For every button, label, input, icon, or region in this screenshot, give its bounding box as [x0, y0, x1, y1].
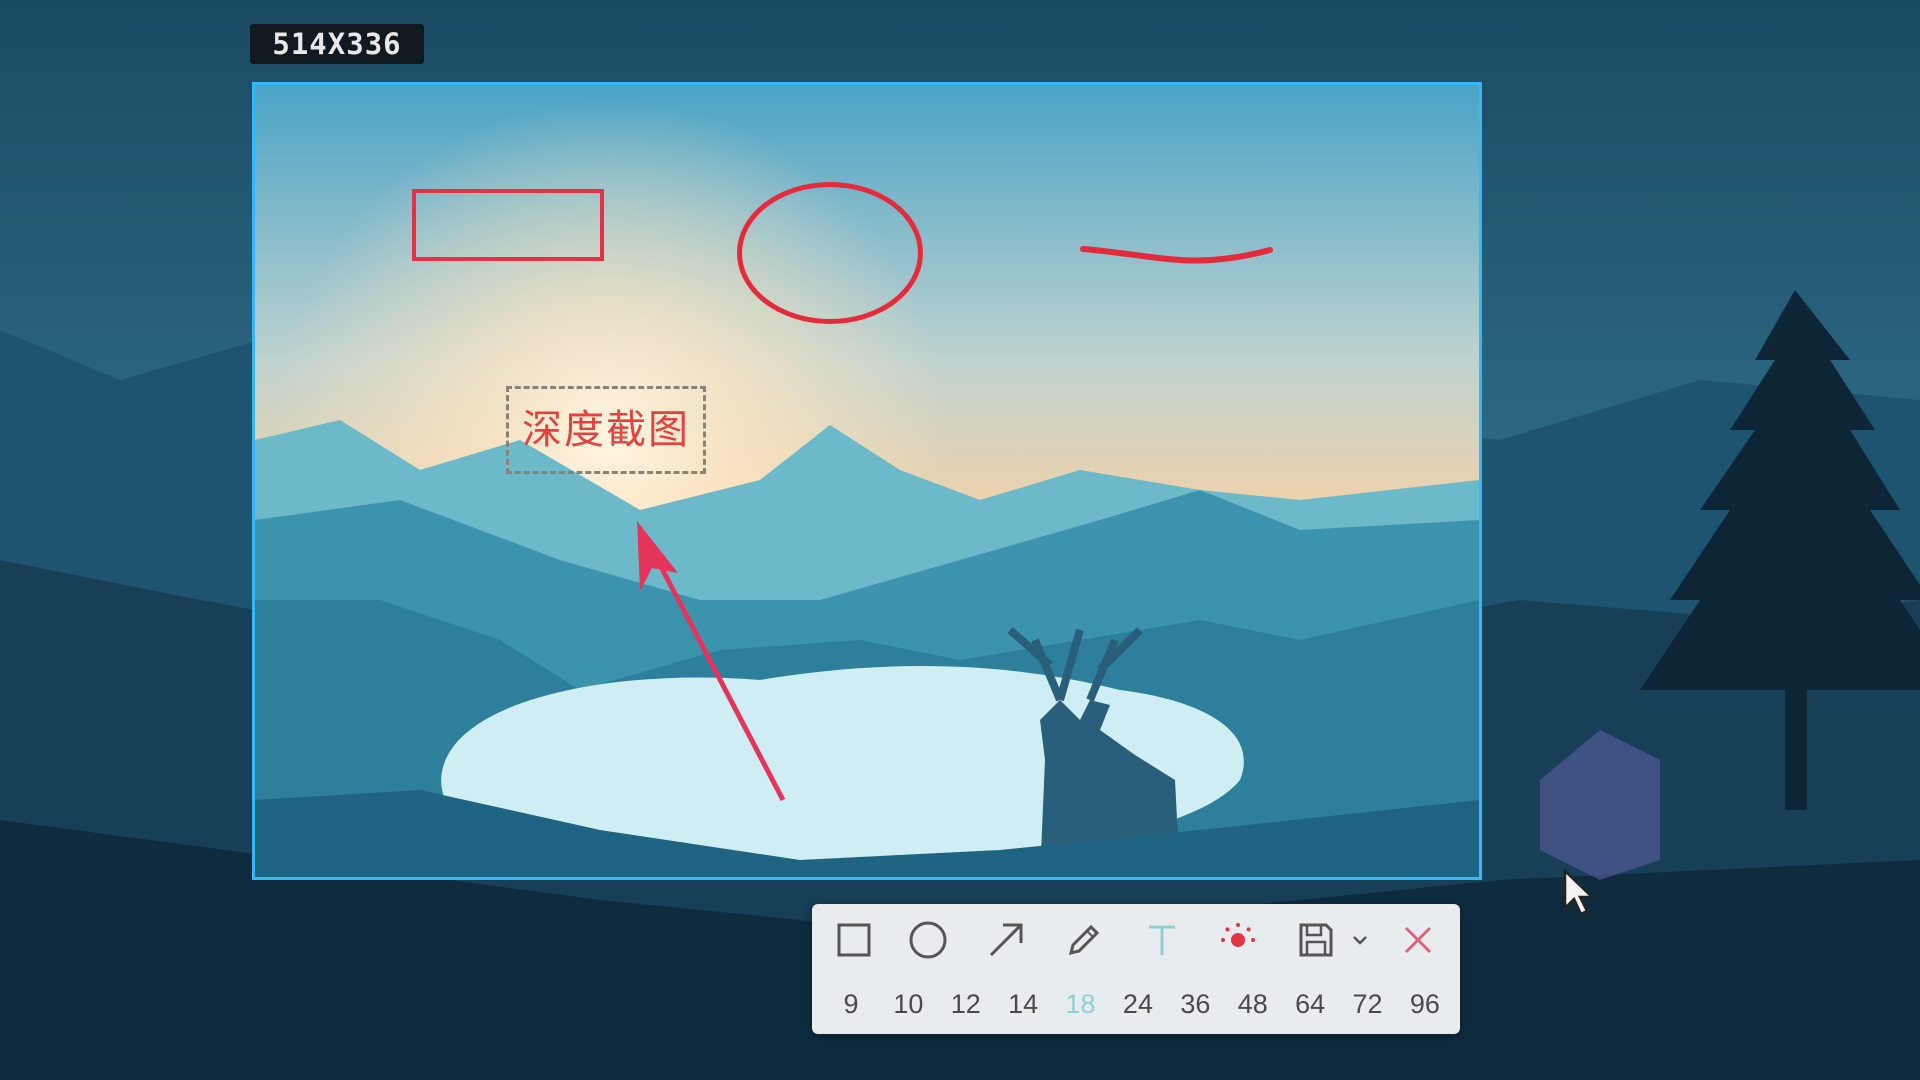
close-button[interactable]	[1390, 914, 1446, 966]
rectangle-tool-button[interactable]	[826, 914, 882, 966]
font-size-option[interactable]: 36	[1172, 989, 1218, 1020]
pencil-tool-button[interactable]	[1056, 914, 1112, 966]
font-size-option[interactable]: 10	[885, 989, 931, 1020]
font-size-option[interactable]: 9	[828, 989, 874, 1020]
text-icon	[1149, 925, 1175, 955]
font-size-options: 9 10 12 14 18 24 36 48 64 72 96	[828, 984, 1448, 1024]
screenshot-toolbar: 9 10 12 14 18 24 36 48 64 72 96	[812, 904, 1460, 1034]
save-button[interactable]	[1288, 914, 1344, 966]
arrow-tool-button[interactable]	[978, 914, 1034, 966]
text-annotation[interactable]: 深度截图	[506, 386, 706, 474]
font-size-option[interactable]: 96	[1402, 989, 1448, 1020]
rectangle-icon	[837, 923, 871, 957]
font-size-option[interactable]: 24	[1115, 989, 1161, 1020]
save-icon	[1299, 923, 1333, 957]
rectangle-annotation[interactable]	[412, 189, 604, 261]
font-size-option[interactable]: 12	[943, 989, 989, 1020]
ellipse-annotation[interactable]	[737, 182, 923, 324]
chevron-down-icon	[1353, 936, 1367, 945]
mouse-cursor-icon	[1563, 868, 1596, 916]
font-size-option-selected[interactable]: 18	[1058, 989, 1104, 1020]
arrow-icon	[989, 923, 1023, 957]
pencil-icon	[1068, 924, 1100, 956]
color-picker-button[interactable]	[1210, 914, 1266, 966]
text-tool-button[interactable]	[1134, 914, 1190, 966]
font-size-option[interactable]: 14	[1000, 989, 1046, 1020]
save-options-dropdown[interactable]	[1342, 914, 1378, 966]
ellipse-icon	[909, 921, 947, 959]
ellipse-tool-button[interactable]	[900, 914, 956, 966]
font-size-option[interactable]: 48	[1230, 989, 1276, 1020]
selection-size-badge: 514X336	[250, 24, 424, 64]
close-icon	[1404, 926, 1432, 954]
font-size-option[interactable]: 64	[1287, 989, 1333, 1020]
color-picker-icon	[1221, 923, 1255, 947]
font-size-option[interactable]: 72	[1345, 989, 1391, 1020]
